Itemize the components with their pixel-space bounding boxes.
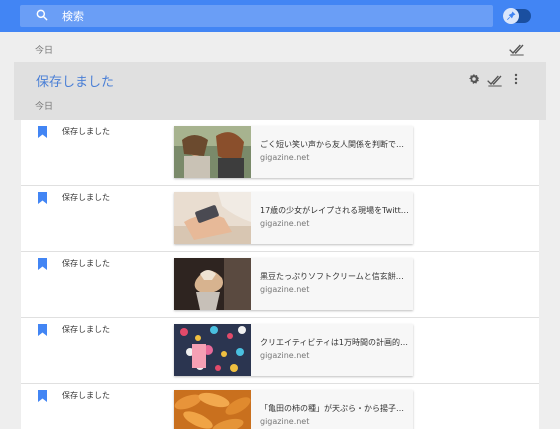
link-title: 「亀田の柿の種」が天ぷら・から揚子・雑製…: [260, 404, 410, 413]
item-label: 保存しました: [62, 325, 110, 334]
item-label: 保存しました: [62, 127, 110, 136]
list-item[interactable]: 保存しました 「亀田の柿の種」が天ぷら・から揚子・雑製… gigazine.ne…: [21, 384, 539, 429]
list-item[interactable]: 保存しました 17歳の少女がレイプされる現場をTwitterの… gigazin…: [21, 186, 539, 252]
item-label: 保存しました: [62, 259, 110, 268]
date-label: 今日: [35, 46, 54, 56]
gear-icon[interactable]: [468, 73, 480, 85]
link-title: ごく短い笑い声から友人関係を判断できるこ…: [260, 140, 410, 149]
thumbnail-image: [174, 258, 251, 310]
bookmark-icon: [38, 258, 47, 270]
link-domain: gigazine.net: [260, 219, 310, 228]
pin-toggle-knob[interactable]: [503, 8, 519, 24]
bookmark-icon: [38, 126, 47, 138]
link-card[interactable]: ごく短い笑い声から友人関係を判断できるこ… gigazine.net: [174, 126, 413, 178]
link-domain: gigazine.net: [260, 285, 310, 294]
card-title: 保存しました: [36, 75, 115, 90]
saved-items-list: 保存しました ごく短い笑い声から友人関係を判断できるこ… gigazine.ne…: [21, 120, 539, 429]
link-title: 黒豆たっぷりソフトクリームと信玄餅をコラ…: [260, 272, 410, 281]
link-card[interactable]: クリエイティビティは1万時間の計画的な練… gigazine.net: [174, 324, 413, 376]
done-all-icon[interactable]: [487, 73, 503, 87]
link-domain: gigazine.net: [260, 351, 310, 360]
list-item[interactable]: 保存しました クリエイティビティは1万時間の計画的な練… gigazine.ne…: [21, 318, 539, 384]
bundle-card-header[interactable]: 保存しました 今日: [14, 62, 546, 120]
search-icon[interactable]: [35, 8, 49, 22]
link-card[interactable]: 17歳の少女がレイプされる現場をTwitterの… gigazine.net: [174, 192, 413, 244]
pin-icon: [506, 11, 516, 21]
more-vert-icon[interactable]: [513, 73, 519, 85]
link-title: クリエイティビティは1万時間の計画的な練…: [260, 338, 410, 347]
thumbnail-image: [174, 192, 251, 244]
thumbnail-image: [174, 126, 251, 178]
pin-toggle[interactable]: [503, 8, 531, 24]
list-item[interactable]: 保存しました ごく短い笑い声から友人関係を判断できるこ… gigazine.ne…: [21, 120, 539, 186]
link-card[interactable]: 黒豆たっぷりソフトクリームと信玄餅をコラ… gigazine.net: [174, 258, 413, 310]
card-date-label: 今日: [35, 102, 54, 112]
thumbnail-image: [174, 390, 251, 429]
thumbnail-image: [174, 324, 251, 376]
bookmark-icon: [38, 192, 47, 204]
search-input[interactable]: [62, 7, 462, 25]
list-item[interactable]: 保存しました 黒豆たっぷりソフトクリームと信玄餅をコラ… gigazine.ne…: [21, 252, 539, 318]
bookmark-icon: [38, 324, 47, 336]
date-group-header: 今日: [0, 40, 560, 58]
item-label: 保存しました: [62, 391, 110, 400]
top-app-bar: [0, 0, 560, 32]
link-domain: gigazine.net: [260, 417, 310, 426]
search-box[interactable]: [20, 5, 493, 27]
bookmark-icon: [38, 390, 47, 402]
link-domain: gigazine.net: [260, 153, 310, 162]
done-all-icon[interactable]: [509, 42, 525, 56]
item-label: 保存しました: [62, 193, 110, 202]
link-title: 17歳の少女がレイプされる現場をTwitterの…: [260, 206, 410, 215]
link-card[interactable]: 「亀田の柿の種」が天ぷら・から揚子・雑製… gigazine.net: [174, 390, 413, 429]
